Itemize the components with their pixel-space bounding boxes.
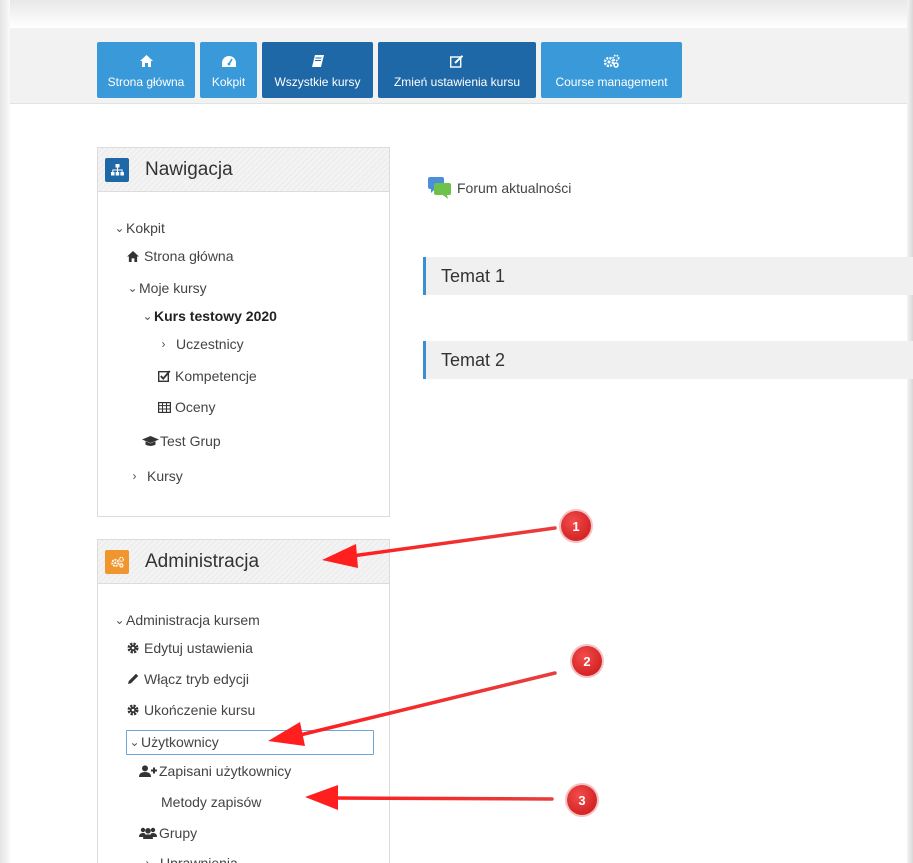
nav-button-course-management[interactable]: Course management bbox=[541, 42, 682, 98]
forum-link[interactable]: Forum aktualności bbox=[427, 176, 571, 200]
nav-button-home[interactable]: Strona główna bbox=[97, 42, 195, 98]
navigation-block: Nawigacja bbox=[97, 147, 390, 517]
chevron-down-icon: ⌄ bbox=[114, 613, 125, 627]
admin-item-edit-mode[interactable]: Włącz tryb edycji bbox=[126, 669, 249, 689]
nav-item-current-course[interactable]: ⌄ Kurs testowy 2020 bbox=[141, 306, 277, 326]
forum-label: Forum aktualności bbox=[457, 180, 572, 196]
nav-item-my-courses[interactable]: ⌄ Moje kursy bbox=[126, 278, 207, 298]
home-icon bbox=[139, 51, 153, 71]
dashboard-icon bbox=[221, 51, 237, 71]
book-icon bbox=[311, 51, 324, 71]
nav-item-label: Test Grup bbox=[160, 433, 221, 449]
nav-item-home[interactable]: Strona główna bbox=[126, 246, 234, 266]
admin-item-label: Uprawnienia bbox=[160, 855, 238, 863]
screenshot-frame-right bbox=[907, 0, 913, 863]
nav-item-courses[interactable]: › Kursy bbox=[128, 466, 183, 486]
pencil-icon bbox=[126, 673, 140, 685]
nav-item-label: Oceny bbox=[175, 399, 216, 415]
cogs-icon bbox=[603, 51, 620, 71]
graduation-cap-icon bbox=[141, 435, 159, 447]
admin-item-permissions[interactable]: › Uprawnienia bbox=[141, 853, 238, 863]
admin-item-course-admin[interactable]: ⌄ Administracja kursem bbox=[113, 610, 260, 630]
annotation-badge-1: 1 bbox=[561, 511, 591, 541]
users-icon bbox=[139, 827, 157, 839]
admin-item-label: Ukończenie kursu bbox=[144, 702, 256, 718]
nav-item-kokpit[interactable]: ⌄ Kokpit bbox=[113, 218, 165, 238]
admin-item-groups[interactable]: Grupy bbox=[139, 823, 197, 843]
admin-item-enrolment-methods[interactable]: Metody zapisów bbox=[161, 792, 261, 812]
navigation-block-header: Nawigacja bbox=[98, 148, 389, 192]
top-navigation: Strona główna Kokpit Wszystkie kursy Zmi… bbox=[97, 42, 682, 98]
gear-icon bbox=[126, 642, 140, 654]
screenshot-frame-left bbox=[0, 0, 10, 863]
nav-button-dashboard[interactable]: Kokpit bbox=[200, 42, 257, 98]
nav-item-competencies[interactable]: Kompetencje bbox=[157, 366, 257, 386]
nav-item-label: Kompetencje bbox=[175, 368, 257, 384]
section-topic-2[interactable]: Temat 2 bbox=[423, 341, 913, 379]
nav-item-label: Uczestnicy bbox=[176, 336, 244, 352]
admin-item-label: Włącz tryb edycji bbox=[144, 671, 250, 687]
chevron-right-icon: › bbox=[145, 856, 150, 863]
nav-button-label: Zmień ustawienia kursu bbox=[393, 75, 521, 89]
nav-item-label: Kursy bbox=[147, 468, 183, 484]
admin-item-label: Zapisani użytkownicy bbox=[159, 763, 292, 779]
admin-item-enrolled-users[interactable]: Zapisani użytkownicy bbox=[139, 761, 291, 781]
admin-item-label: Administracja kursem bbox=[126, 612, 260, 628]
section-title: Temat 1 bbox=[441, 265, 506, 286]
add-user-icon bbox=[139, 765, 157, 777]
administration-block-header: Administracja bbox=[98, 540, 389, 584]
table-icon bbox=[157, 401, 171, 413]
forum-icon bbox=[427, 176, 453, 200]
nav-item-label: Kokpit bbox=[126, 220, 165, 236]
admin-item-course-completion[interactable]: Ukończenie kursu bbox=[126, 700, 255, 720]
nav-button-label: Course management bbox=[555, 75, 668, 89]
admin-item-label: Grupy bbox=[159, 825, 198, 841]
nav-button-label: Kokpit bbox=[211, 75, 246, 89]
screenshot-frame-top bbox=[0, 0, 913, 28]
nav-button-all-courses[interactable]: Wszystkie kursy bbox=[262, 42, 373, 98]
users-highlight-box bbox=[126, 730, 374, 755]
nav-item-participants[interactable]: › Uczestnicy bbox=[157, 334, 244, 354]
navigation-block-title: Nawigacja bbox=[145, 158, 233, 180]
home-icon bbox=[126, 250, 140, 262]
annotation-badge-2: 2 bbox=[572, 646, 602, 676]
section-title: Temat 2 bbox=[441, 349, 506, 370]
edit-icon bbox=[450, 51, 464, 71]
cogs-icon bbox=[105, 549, 129, 574]
section-topic-1[interactable]: Temat 1 bbox=[423, 257, 913, 295]
admin-item-label: Edytuj ustawienia bbox=[144, 640, 253, 656]
chevron-right-icon: › bbox=[132, 469, 137, 483]
nav-item-label: Strona główna bbox=[144, 248, 234, 264]
nav-item-test-grup[interactable]: Test Grup bbox=[141, 431, 221, 451]
admin-item-label: Metody zapisów bbox=[161, 794, 262, 810]
nav-button-label: Wszystkie kursy bbox=[274, 75, 361, 89]
chevron-down-icon: ⌄ bbox=[142, 309, 153, 323]
nav-item-grades[interactable]: Oceny bbox=[157, 397, 215, 417]
nav-button-label: Strona główna bbox=[107, 75, 185, 89]
admin-item-edit-settings[interactable]: Edytuj ustawienia bbox=[126, 638, 253, 658]
administration-block-title: Administracja bbox=[145, 550, 260, 572]
checkbox-checked-icon bbox=[157, 370, 171, 382]
chevron-down-icon: ⌄ bbox=[127, 281, 138, 295]
chevron-right-icon: › bbox=[161, 337, 166, 351]
sitemap-icon bbox=[105, 157, 129, 182]
nav-item-label: Moje kursy bbox=[139, 280, 207, 296]
annotation-badge-3: 3 bbox=[567, 785, 597, 815]
nav-item-label: Kurs testowy 2020 bbox=[154, 308, 277, 324]
gear-icon bbox=[126, 704, 140, 716]
nav-button-course-settings[interactable]: Zmień ustawienia kursu bbox=[378, 42, 536, 98]
chevron-down-icon: ⌄ bbox=[114, 221, 125, 235]
